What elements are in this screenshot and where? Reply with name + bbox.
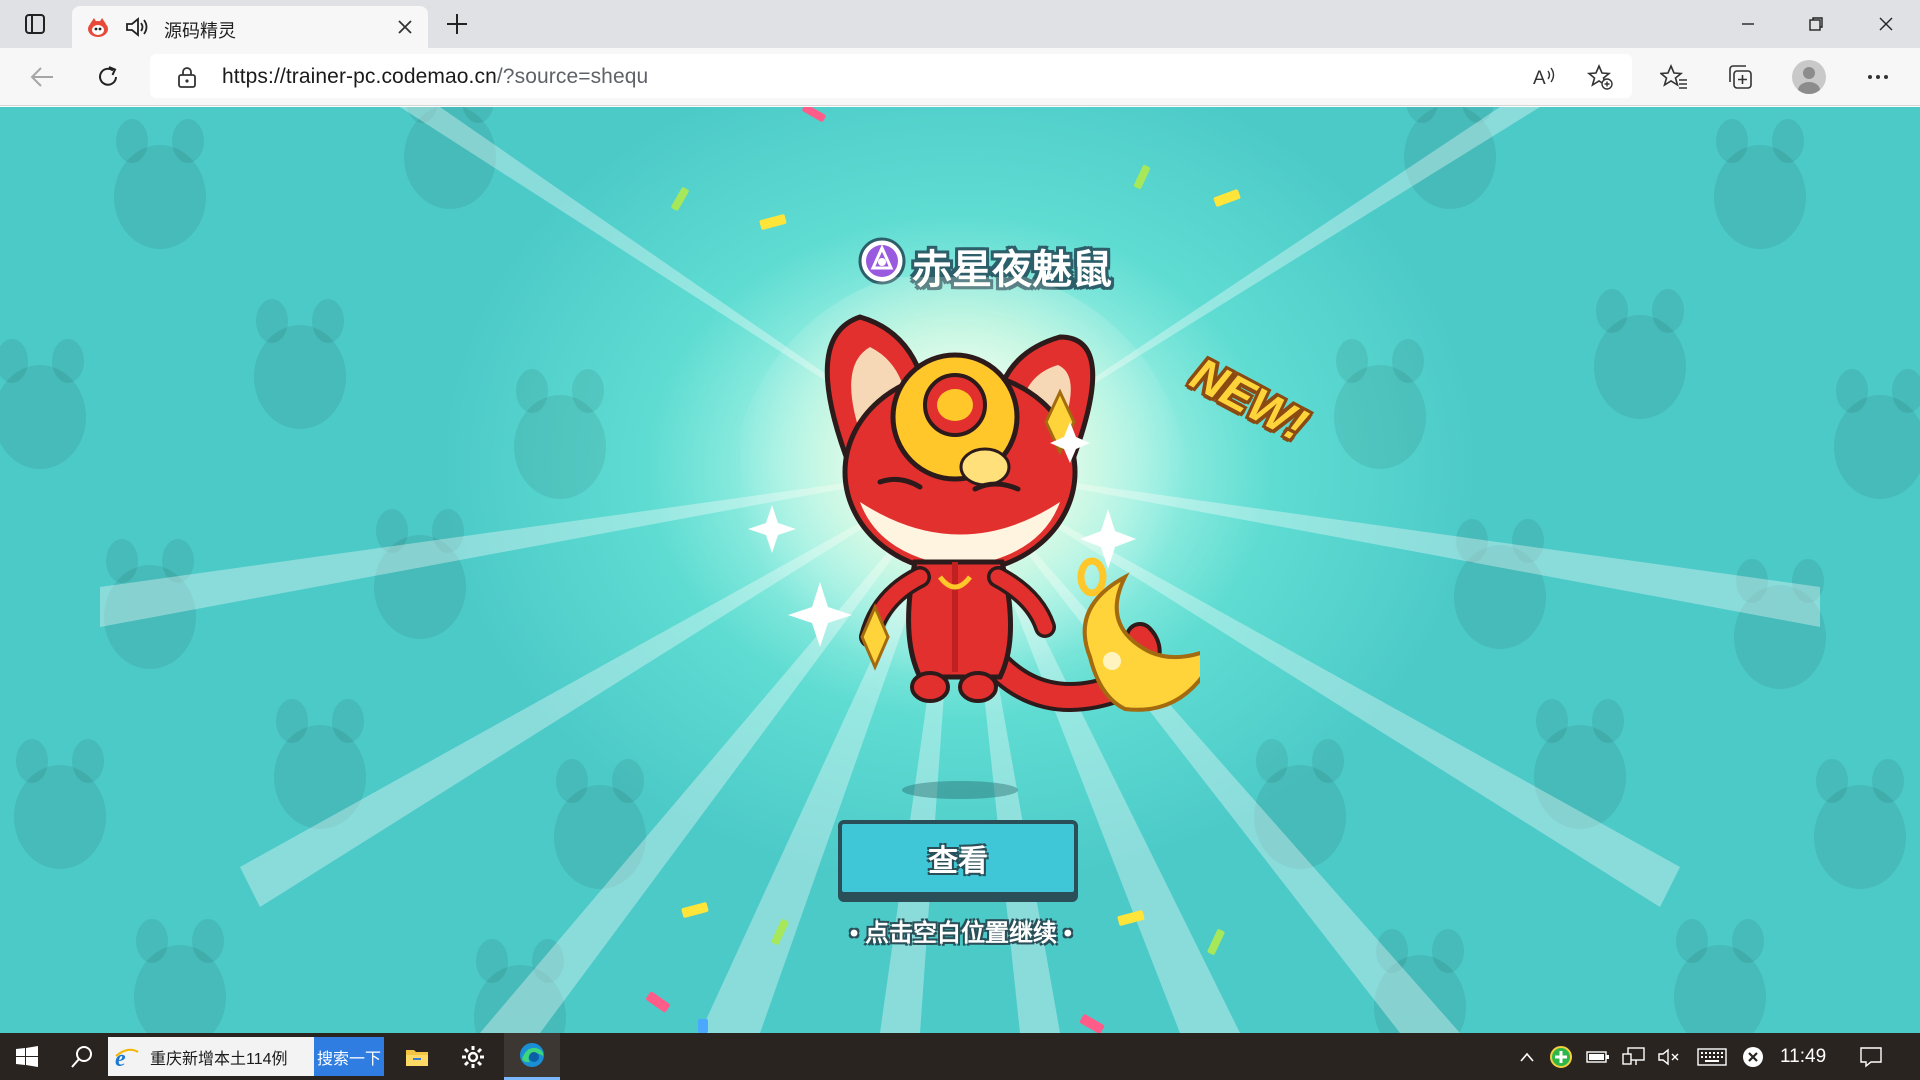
url-host: https://trainer-pc.codemao.cn <box>222 65 497 88</box>
taskbar-search-box[interactable]: e 重庆新增本土114例 <box>108 1037 314 1076</box>
view-button[interactable]: 查看 <box>838 820 1078 896</box>
chevron-up-icon[interactable] <box>1514 1033 1540 1080</box>
back-arrow-icon[interactable] <box>22 58 62 96</box>
speaker-icon[interactable] <box>124 16 150 38</box>
window-close-icon[interactable] <box>1852 0 1920 48</box>
taskbar-search-button[interactable]: 搜索一下 <box>314 1037 384 1076</box>
close-circle-icon[interactable] <box>1740 1033 1766 1080</box>
tab-title: 源码精灵 <box>164 21 236 41</box>
notification-icon[interactable] <box>1854 1033 1888 1080</box>
refresh-icon[interactable] <box>88 58 128 96</box>
tab-actions-icon[interactable] <box>14 8 56 40</box>
url-bar[interactable]: https://trainer-pc.codemao.cn/?source=sh… <box>150 54 1632 98</box>
view-button-label: 查看 <box>928 845 988 878</box>
browser-tab-bar: 源码精灵 <box>0 0 1920 48</box>
creature-illustration[interactable] <box>740 277 1200 817</box>
url-path: /?source=shequ <box>496 65 649 88</box>
taskbar-search-text: 重庆新增本土114例 <box>150 1050 288 1068</box>
security-plus-icon[interactable] <box>1548 1033 1574 1080</box>
confetti <box>698 1019 708 1033</box>
browser-tab[interactable]: 源码精灵 <box>72 6 428 48</box>
edge-icon[interactable] <box>504 1033 560 1080</box>
favorites-icon[interactable] <box>1656 59 1692 95</box>
address-bar: https://trainer-pc.codemao.cn/?source=sh… <box>0 48 1920 106</box>
url-text: https://trainer-pc.codemao.cn/?source=sh… <box>222 65 648 89</box>
add-favorite-icon[interactable] <box>1585 62 1615 92</box>
battery-icon[interactable] <box>1584 1033 1612 1080</box>
file-explorer-icon[interactable] <box>392 1033 442 1080</box>
restore-icon[interactable] <box>1782 0 1850 48</box>
windows-taskbar: e 重庆新增本土114例 搜索一下 11:49 <box>0 1033 1920 1080</box>
close-icon[interactable] <box>394 16 416 38</box>
search-icon[interactable] <box>58 1033 106 1080</box>
lock-icon[interactable] <box>176 65 198 89</box>
collections-icon[interactable] <box>1722 59 1758 95</box>
keyboard-icon[interactable] <box>1694 1033 1730 1080</box>
taskbar-clock[interactable]: 11:49 <box>1780 1046 1826 1068</box>
mute-icon[interactable] <box>1656 1033 1682 1080</box>
read-aloud-icon[interactable]: A <box>1530 62 1560 92</box>
minimize-icon[interactable] <box>1714 0 1782 48</box>
codemao-icon <box>86 16 110 38</box>
profile-icon[interactable] <box>1792 60 1826 94</box>
svg-text:e: e <box>115 1046 126 1070</box>
game-reward-screen[interactable]: 赤星夜魅鼠 NEW! 查看 • 点击空白位置继续 • <box>0 107 1920 1033</box>
svg-text:A: A <box>1533 68 1546 89</box>
network-icon[interactable] <box>1620 1033 1648 1080</box>
more-icon[interactable] <box>1860 59 1896 95</box>
settings-gear-icon[interactable] <box>448 1033 498 1080</box>
ie-icon: e <box>114 1044 140 1070</box>
windows-start-icon[interactable] <box>0 1033 54 1080</box>
plus-icon[interactable] <box>442 9 472 39</box>
continue-hint: • 点击空白位置继续 • <box>849 920 1073 947</box>
